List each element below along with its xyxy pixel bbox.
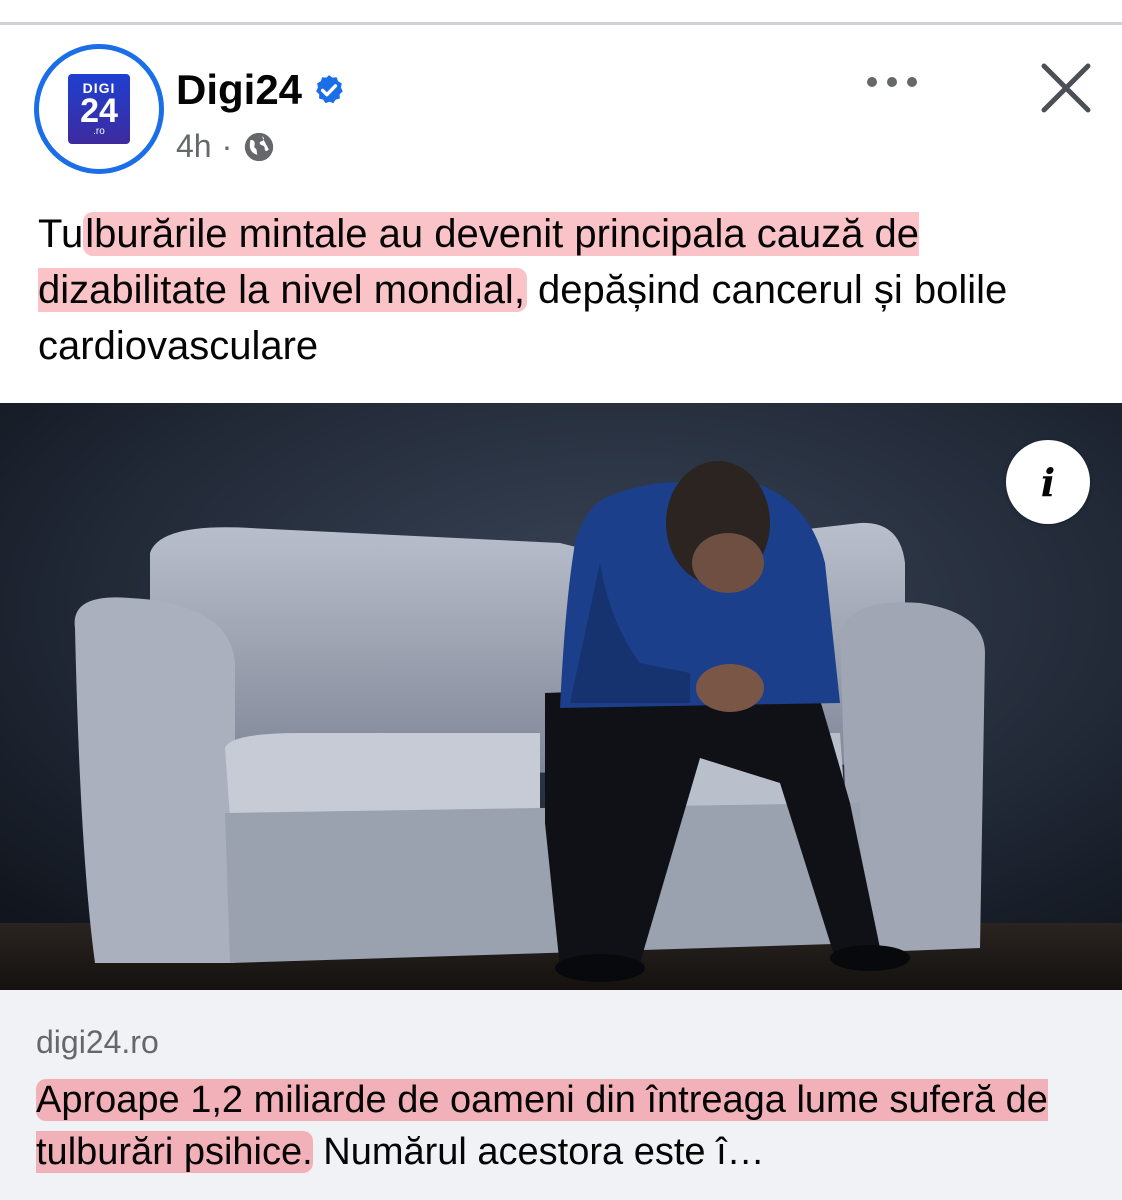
globe-icon <box>245 132 274 161</box>
top-divider <box>0 0 1122 28</box>
link-title[interactable]: Aproape 1,2 miliarde de oameni din între… <box>36 1074 1106 1178</box>
verified-badge-icon <box>316 75 343 104</box>
link-title-rest: Numărul acestora este î… <box>312 1131 765 1173</box>
close-icon <box>1041 63 1091 113</box>
digi24-logo: DIGI 24 .ro <box>68 74 130 144</box>
info-icon: i <box>1040 459 1056 505</box>
more-options-icon <box>867 77 917 87</box>
page-name[interactable]: Digi24 <box>176 66 346 114</box>
close-button[interactable] <box>1036 58 1096 118</box>
more-options-button[interactable] <box>860 62 924 102</box>
article-photo <box>0 403 1122 990</box>
info-button[interactable]: i <box>1006 440 1090 524</box>
post-meta: 4h · <box>176 128 276 165</box>
link-domain[interactable]: digi24.ro <box>36 1024 159 1061</box>
page-name-label[interactable]: Digi24 <box>176 66 302 114</box>
article-image[interactable] <box>0 403 1122 990</box>
meta-separator: · <box>221 128 233 164</box>
page-avatar[interactable]: DIGI 24 .ro <box>34 44 164 174</box>
post-time[interactable]: 4h <box>176 128 212 165</box>
post-message: Tulburările mintale au devenit principal… <box>38 212 1008 368</box>
